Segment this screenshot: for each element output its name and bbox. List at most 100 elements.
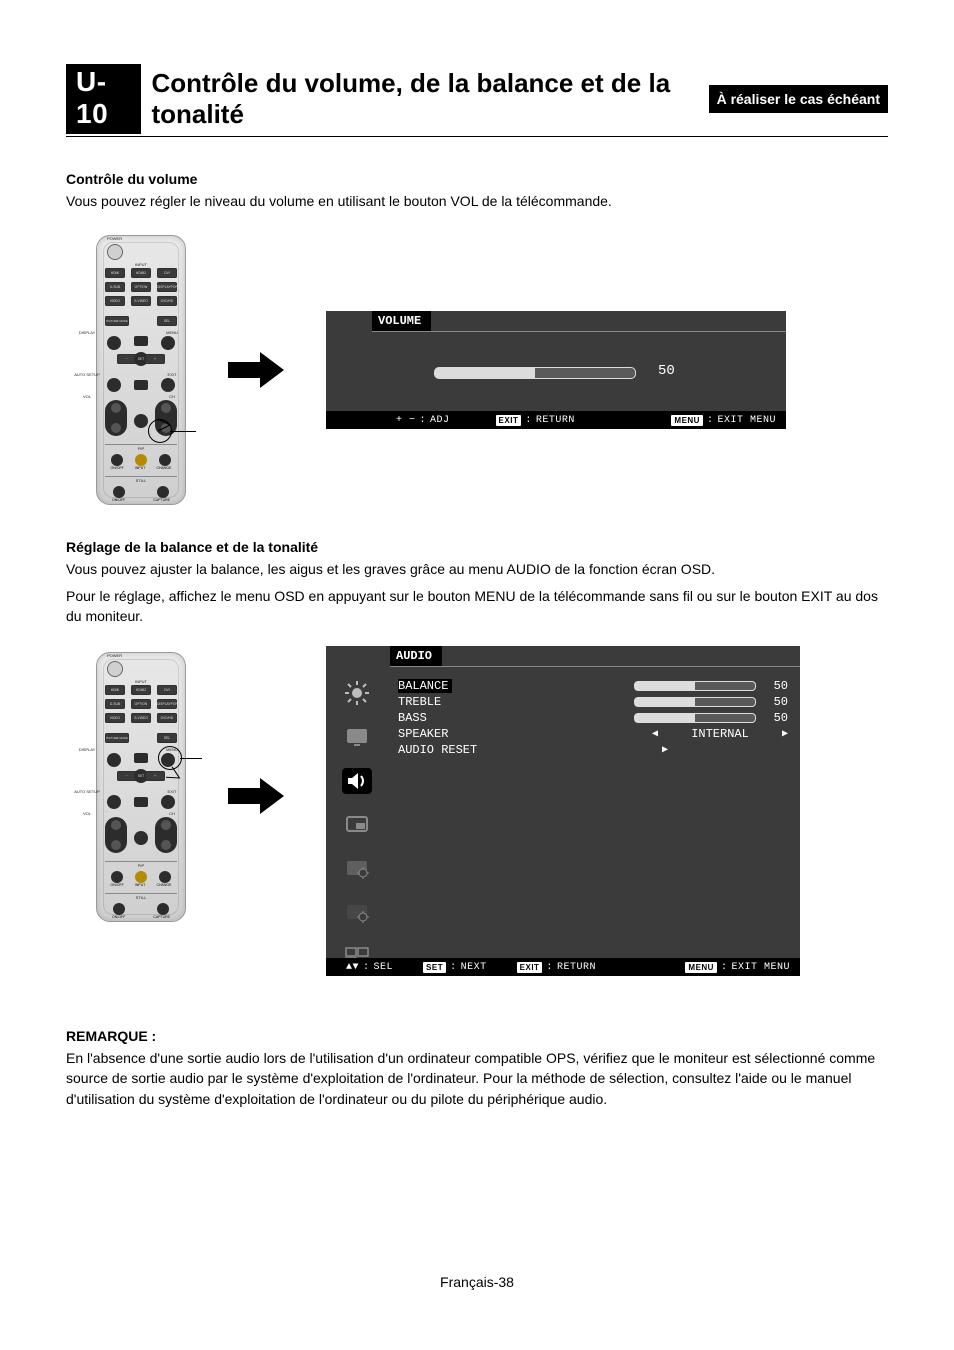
row-speaker: SPEAKER ◀ INTERNAL ▶ <box>398 726 788 742</box>
exitmenu-label: EXIT MENU <box>717 415 776 426</box>
sel-colon: : <box>363 962 370 973</box>
figure-audio: POWER INPUT HDMIHDMI2DVI D-SUBOPTIONDISP… <box>96 646 888 976</box>
set-key-icon: SET <box>423 962 446 973</box>
pip-tab-icon <box>342 812 372 838</box>
callout-line-icon-2 <box>180 758 202 759</box>
reset-label: AUDIO RESET <box>398 743 477 757</box>
btn-video-2: VIDEO <box>105 713 125 723</box>
pip-onoff-icon <box>111 454 123 466</box>
bass-slider-icon <box>634 713 756 723</box>
btn-dvdhd-2: DVD/HD <box>157 713 177 723</box>
still-capture-icon <box>157 486 169 498</box>
remote-control-illustration-2: POWER INPUT HDMIHDMI2DVI D-SUBOPTIONDISP… <box>96 652 186 922</box>
power-label-2: POWER <box>107 653 122 658</box>
still-onoff-label: ON/OFF <box>112 498 125 502</box>
auto-button-icon-2 <box>107 795 121 809</box>
input-label-2: INPUT <box>97 679 185 684</box>
remote-row-pm: PICTURE MODE SEL <box>105 316 177 326</box>
still-capture-icon-2 <box>157 903 169 915</box>
btn-picture-mode: PICTURE MODE <box>105 316 129 326</box>
pip-onoff-icon-2 <box>111 871 123 883</box>
adj-label: ADJ <box>430 415 450 426</box>
exit-label: EXIT <box>157 372 187 377</box>
pip-label: PIP <box>97 446 185 451</box>
osd-volume: VOLUME 50 + − : ADJ EXIT : RETURN MENU : <box>326 311 786 429</box>
volume-heading: Contrôle du volume <box>66 171 888 187</box>
power-button-icon <box>107 244 123 260</box>
adj-symbol: + − <box>396 415 416 426</box>
ch-rocker-icon-2 <box>155 817 177 853</box>
pip-input-label-2: INPUT <box>135 883 146 887</box>
balance-body-1: Vous pouvez ajuster la balance, les aigu… <box>66 559 888 579</box>
ch-label: CH <box>157 394 187 399</box>
capture-label-2: CAPTURE <box>153 915 170 919</box>
bass-value: 50 <box>764 711 788 725</box>
brightness-tab-icon <box>342 680 372 706</box>
btn-svideo-2: S-VIDEO <box>131 713 151 723</box>
side-badge: À réaliser le cas échéant <box>709 85 888 113</box>
change-label-2: CHANGE <box>156 883 171 887</box>
remote-row-3: VIDEO S-VIDEO DVD/HD <box>105 296 177 306</box>
btn-dport-2: DISPLAYPORT <box>157 699 177 709</box>
balance-heading: Réglage de la balance et de la tonalité <box>66 539 888 555</box>
divider2-icon <box>105 476 177 477</box>
balance-value: 50 <box>764 679 788 693</box>
still-label: STILL <box>97 478 185 483</box>
menu-label: MENU <box>157 330 187 335</box>
exit-label-2: EXIT <box>157 789 187 794</box>
speaker-value: INTERNAL <box>691 727 749 741</box>
sel-label: SEL <box>374 962 394 973</box>
osd-icon-rail <box>336 674 378 954</box>
auto-label-2: AUTO SETUP <box>67 789 107 794</box>
title-row: U-10 Contrôle du volume, de la balance e… <box>66 64 888 137</box>
volume-body: Vous pouvez régler le niveau du volume e… <box>66 191 888 211</box>
onoff-label: ON/OFF <box>111 466 124 470</box>
adj-colon: : <box>420 415 427 426</box>
return-label: RETURN <box>536 415 575 426</box>
menu-key-icon: MENU <box>671 415 703 426</box>
menu-button-icon <box>161 336 175 350</box>
nav-up-icon-2 <box>134 753 148 763</box>
mid-button-icon <box>134 414 148 428</box>
pip-change-icon-2 <box>159 871 171 883</box>
row-reset: AUDIO RESET ▶ <box>398 742 788 758</box>
capture-label: CAPTURE <box>153 498 170 502</box>
page-title: Contrôle du volume, de la balance et de … <box>151 68 698 130</box>
osd-volume-footer: + − : ADJ EXIT : RETURN MENU : EXIT MENU <box>326 411 786 429</box>
exit-key-icon-2: EXIT <box>517 962 543 973</box>
btn-pm-2: PICTURE MODE <box>105 733 129 743</box>
vol-label: VOL <box>72 394 102 399</box>
btn-dvi: DVI <box>157 268 177 278</box>
audio-tab-icon <box>342 768 372 794</box>
change-label: CHANGE <box>156 466 171 470</box>
btn-dsub: D-SUB <box>105 282 125 292</box>
btn-dvdhd: DVD/HD <box>157 296 177 306</box>
bass-label: BASS <box>398 711 427 725</box>
btn-sel-2: SEL <box>157 733 177 743</box>
pip-input-icon <box>135 454 147 466</box>
nav-plus-icon: + <box>145 354 165 364</box>
nav-plus-icon-2: + <box>145 771 165 781</box>
display-label: DISPLAY <box>67 330 107 335</box>
balance-body-2: Pour le réglage, affichez le menu OSD en… <box>66 586 888 627</box>
audio-list: BALANCE 50 TREBLE 50 BASS 50 SPEAKER <box>398 678 788 758</box>
exitmenu-label-2: EXIT MENU <box>731 962 790 973</box>
btn-option-2: OPTION <box>131 699 151 709</box>
pip-label-2: PIP <box>97 863 185 868</box>
exit-colon-2: : <box>546 962 553 973</box>
exit-colon: : <box>525 415 532 426</box>
balance-slider-icon <box>634 681 756 691</box>
treble-slider-icon <box>634 697 756 707</box>
page: U-10 Contrôle du volume, de la balance e… <box>0 0 954 1350</box>
btn-dport: DISPLAYPORT <box>157 282 177 292</box>
btn-video: VIDEO <box>105 296 125 306</box>
btn-dvi-2: DVI <box>157 685 177 695</box>
callout-arrow-icon <box>156 417 176 433</box>
osd-audio-title: AUDIO <box>390 646 442 667</box>
remote-row-1: HDMI HDMI2 DVI <box>105 268 177 278</box>
btn-hdmi2: HDMI2 <box>131 268 151 278</box>
onoff-label-2: ON/OFF <box>111 883 124 887</box>
row-bass: BASS 50 <box>398 710 788 726</box>
vol-label-2: VOL <box>72 811 102 816</box>
still-onoff-label-2: ON/OFF <box>112 915 125 919</box>
